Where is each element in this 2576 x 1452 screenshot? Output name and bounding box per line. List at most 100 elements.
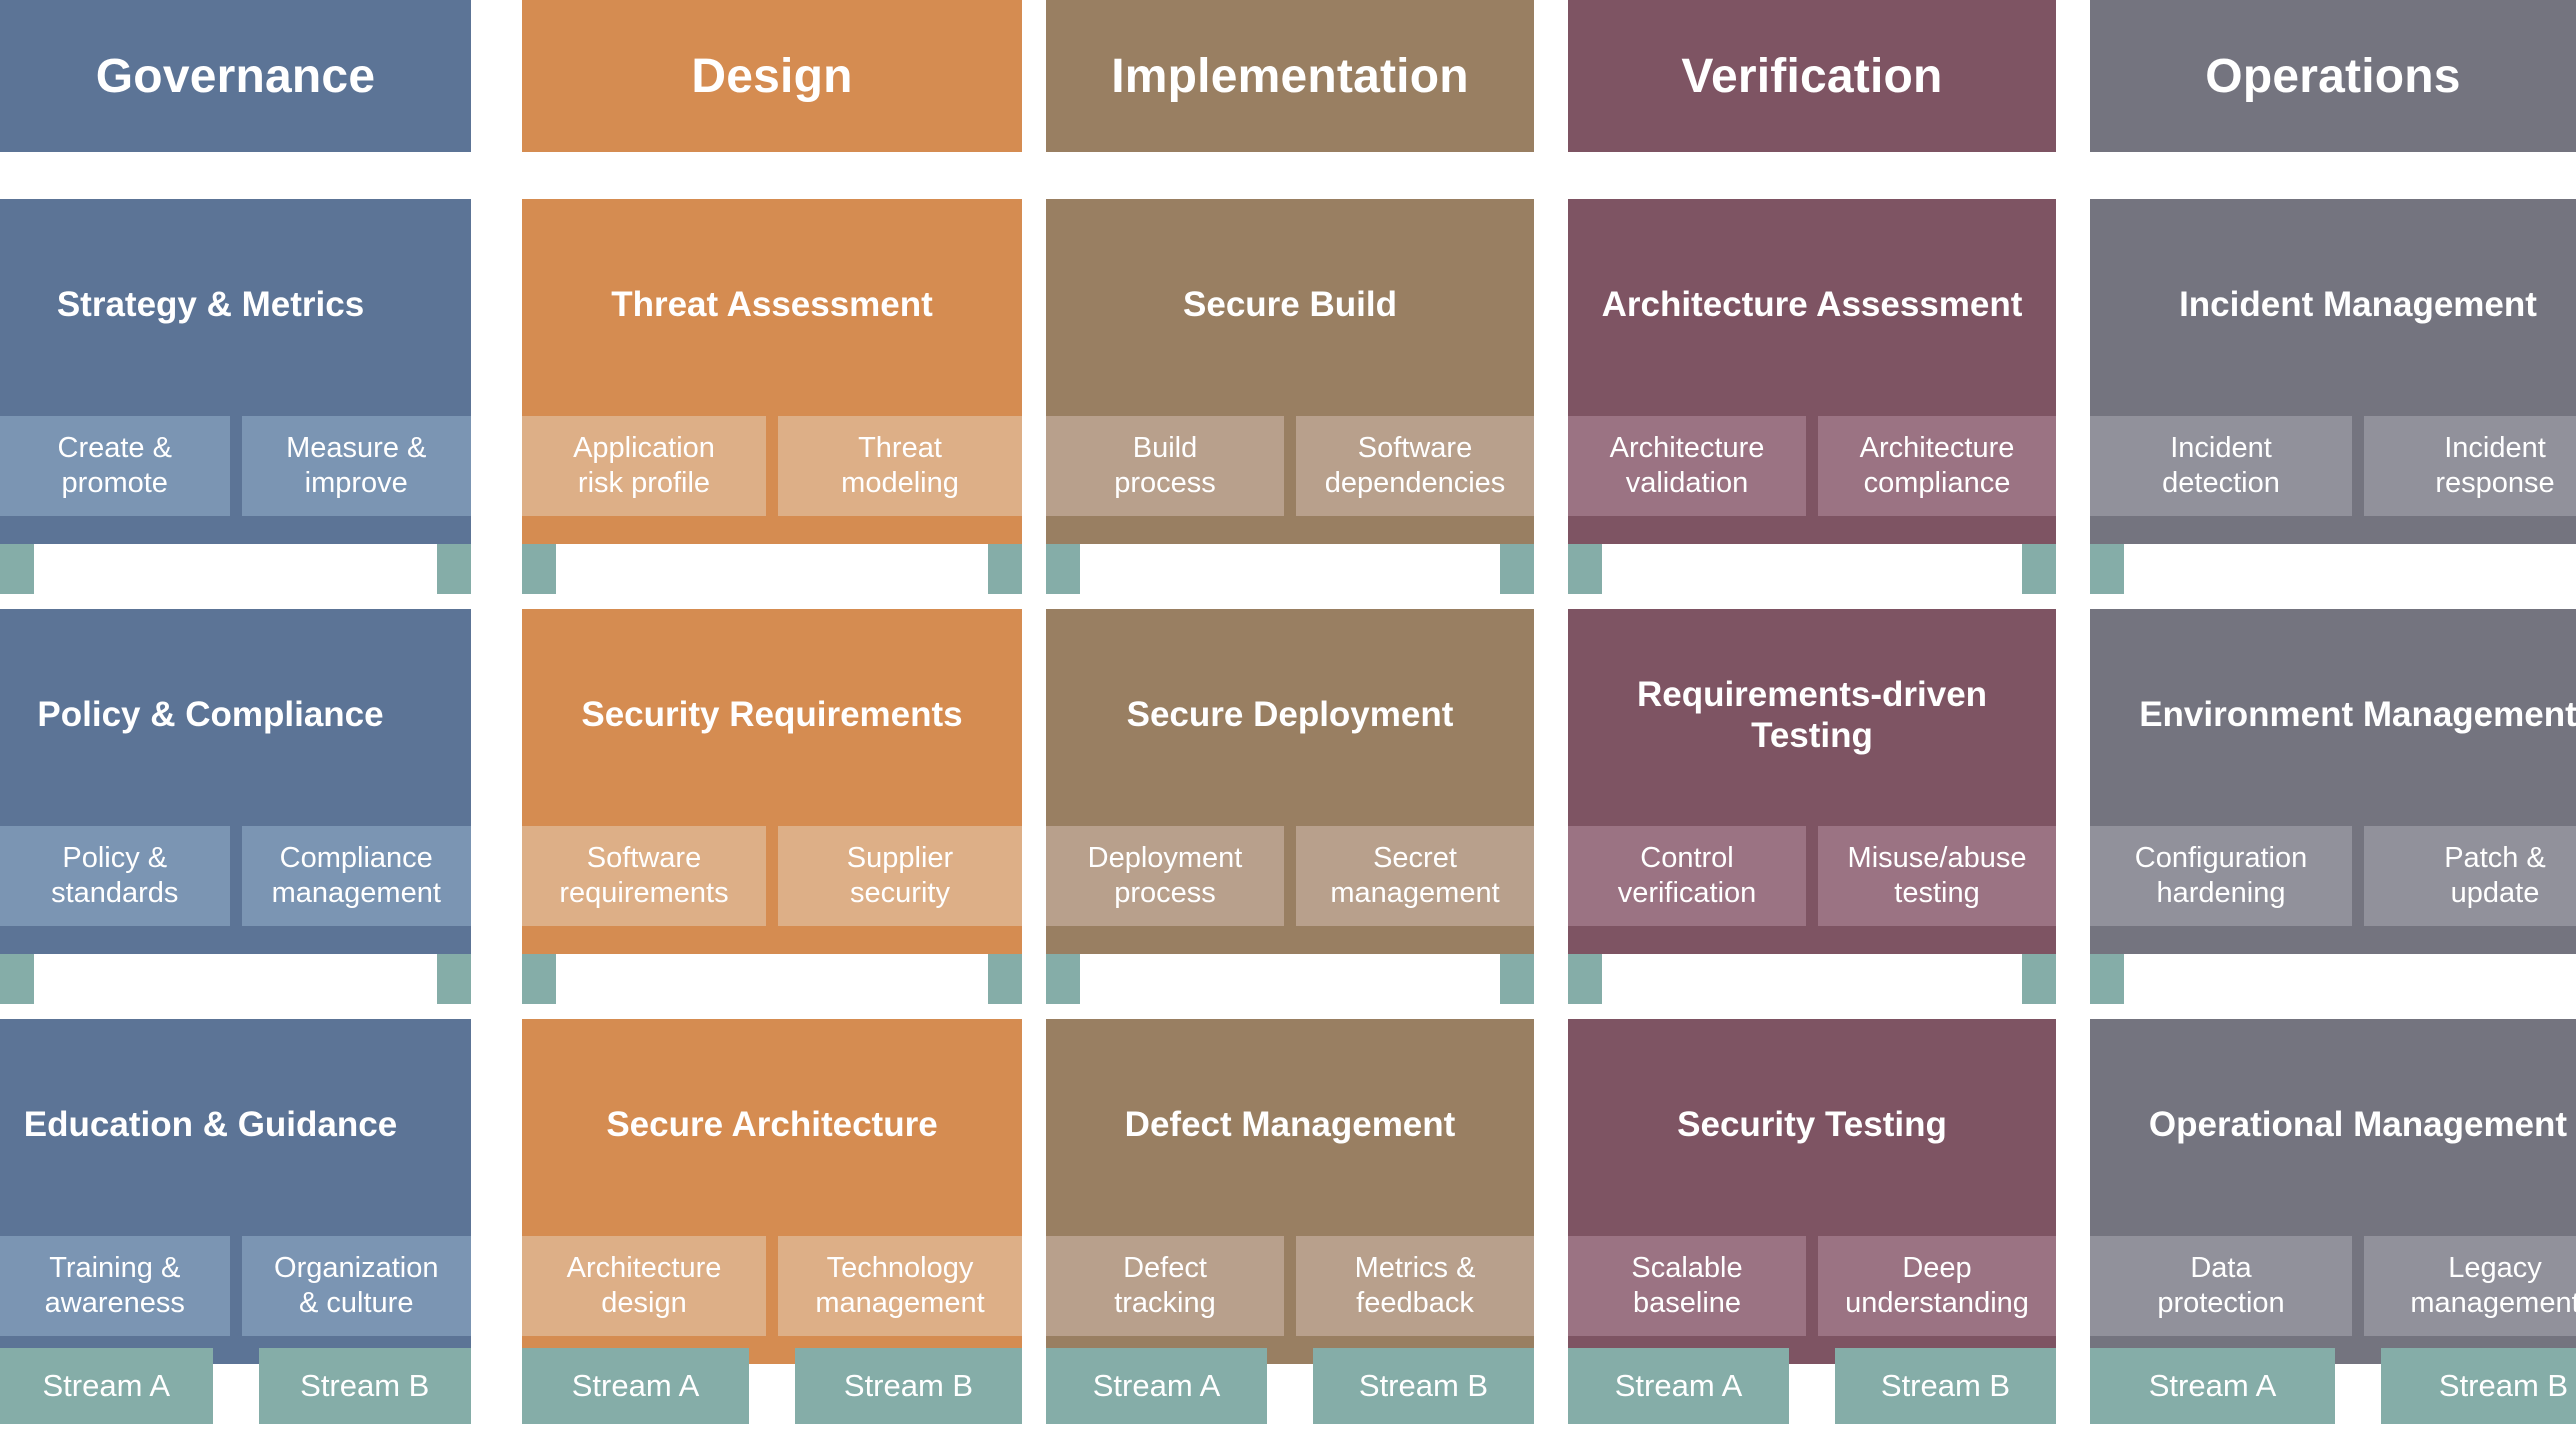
practice-title: Threat Assessment xyxy=(611,285,933,325)
stream-box: Control verification xyxy=(1568,826,1806,926)
practice-title: Architecture Assessment xyxy=(1601,285,2023,325)
connector-tab-right xyxy=(2022,954,2056,1004)
practice-title: Secure Build xyxy=(1183,285,1397,325)
practice-footer xyxy=(0,926,471,954)
practice-streams: Software requirements Supplier security xyxy=(522,826,1022,926)
column-header-label: Design xyxy=(691,49,853,103)
bottom-stream-row-governance: Stream A Stream B xyxy=(0,1348,471,1424)
column-header-implementation: Implementation xyxy=(1046,0,1534,152)
practice-block-operations-1: Environment Management Configuration harde… xyxy=(2090,609,2576,954)
connector-tab-right xyxy=(437,544,471,594)
bottom-stream-label: Stream A xyxy=(1568,1348,1789,1424)
bottom-stream-row-verification: Stream A Stream B xyxy=(1568,1348,2056,1424)
stream-box: Create & promote xyxy=(0,416,230,516)
bottom-stream-label: Stream A xyxy=(1046,1348,1267,1424)
connector-tab-right xyxy=(1500,544,1534,594)
bottom-stream-label: Stream B xyxy=(795,1348,1022,1424)
bottom-stream-label: Stream A xyxy=(522,1348,749,1424)
practice-title: Operational Management xyxy=(2148,1105,2568,1145)
stream-box: Architecture design xyxy=(522,1236,766,1336)
bottom-stream-label: Stream B xyxy=(2381,1348,2576,1424)
stream-box: Deep understanding xyxy=(1818,1236,2056,1336)
connector-tab-right xyxy=(988,544,1022,594)
stream-box: Build process xyxy=(1046,416,1284,516)
connector-tab-right xyxy=(437,954,471,1004)
practice-title: Security Requirements xyxy=(581,695,963,735)
practice-footer xyxy=(0,516,471,544)
stream-box: Software dependencies xyxy=(1296,416,1534,516)
practice-block-operations-0: Incident Management Incident detection Inci… xyxy=(2090,199,2576,544)
stream-box: Threat modeling xyxy=(778,416,1022,516)
practice-footer xyxy=(2090,926,2576,954)
practice-block-governance-0: Strategy & Metrics Create & promote Measure… xyxy=(0,199,471,544)
practice-streams: Architecture design Technology management xyxy=(522,1236,1022,1336)
connector-tab-left xyxy=(1568,544,1602,594)
stream-box: Misuse/abuse testing xyxy=(1818,826,2056,926)
practice-title: Environment Management xyxy=(2139,695,2576,735)
connector-tab-left xyxy=(1046,544,1080,594)
bottom-stream-row-operations: Stream A Stream B xyxy=(2090,1348,2576,1424)
practice-block-governance-2: Education & Guidance Training & awareness O… xyxy=(0,1019,471,1364)
stream-box: Software requirements xyxy=(522,826,766,926)
practice-streams: Policy & standards Compliance management xyxy=(0,826,471,926)
practice-title: Secure Architecture xyxy=(606,1105,938,1145)
bottom-stream-label: Stream B xyxy=(1313,1348,1534,1424)
connector-tab-left xyxy=(1046,954,1080,1004)
stream-box: Data protection xyxy=(2090,1236,2352,1336)
practice-streams: Incident detection Incident response xyxy=(2090,416,2576,516)
bottom-stream-label: Stream B xyxy=(1835,1348,2056,1424)
connector-tab-right xyxy=(2022,544,2056,594)
connector-tab-left xyxy=(2090,544,2124,594)
practice-streams: Configuration hardening Patch & update xyxy=(2090,826,2576,926)
practice-streams: Defect tracking Metrics & feedback xyxy=(1046,1236,1534,1336)
practice-streams: Training & awareness Organization & culture xyxy=(0,1236,471,1336)
practice-block-design-2: Secure Architecture Architecture design Tec… xyxy=(522,1019,1022,1364)
practice-block-verification-2: Security Testing Scalable baseline Deep unde… xyxy=(1568,1019,2056,1364)
stream-box: Deployment process xyxy=(1046,826,1284,926)
connector-tab-left xyxy=(522,544,556,594)
practice-title: Defect Management xyxy=(1124,1105,1456,1145)
practice-block-verification-1: Requirements-driven Testing Control verifi… xyxy=(1568,609,2056,954)
practice-block-implementation-0: Secure Build Build process Software dependen… xyxy=(1046,199,1534,544)
practice-streams: Control verification Misuse/abuse testing xyxy=(1568,826,2056,926)
practice-block-verification-0: Architecture Assessment Architecture valid… xyxy=(1568,199,2056,544)
column-header-label: Governance xyxy=(95,49,376,103)
practice-footer xyxy=(1568,516,2056,544)
column-header-design: Design xyxy=(522,0,1022,152)
stream-box: Legacy management xyxy=(2364,1236,2576,1336)
connector-tab-right xyxy=(1500,954,1534,1004)
bottom-stream-row-implementation: Stream A Stream B xyxy=(1046,1348,1534,1424)
connector-tab-left xyxy=(1568,954,1602,1004)
column-header-operations: Operations xyxy=(2090,0,2576,152)
bottom-stream-label: Stream B xyxy=(258,1348,471,1424)
practice-title: Requirements-driven Testing xyxy=(1636,675,1988,755)
practice-streams: Create & promote Measure & improve xyxy=(0,416,471,516)
practice-block-design-0: Threat Assessment Application risk profile… xyxy=(522,199,1022,544)
connector-tab-left xyxy=(522,954,556,1004)
stream-box: Architecture validation xyxy=(1568,416,1806,516)
stream-box: Organization & culture xyxy=(241,1236,471,1336)
stream-box: Incident detection xyxy=(2090,416,2352,516)
stream-box: Compliance management xyxy=(241,826,471,926)
practice-title: Strategy & Metrics xyxy=(56,285,365,325)
practice-footer xyxy=(1046,926,1534,954)
connector-tab-left xyxy=(0,544,34,594)
stream-box: Secret management xyxy=(1296,826,1534,926)
practice-streams: Architecture validation Architecture compli… xyxy=(1568,416,2056,516)
practice-title: Policy & Compliance xyxy=(37,695,384,735)
stream-box: Technology management xyxy=(778,1236,1022,1336)
practice-footer xyxy=(1046,516,1534,544)
connector-tab-left xyxy=(2090,954,2124,1004)
column-header-label: Implementation xyxy=(1111,49,1469,103)
stream-box: Application risk profile xyxy=(522,416,766,516)
column-header-label: Verification xyxy=(1681,49,1943,103)
practice-block-operations-2: Operational Management Data protection Lega… xyxy=(2090,1019,2576,1364)
practice-streams: Deployment process Secret management xyxy=(1046,826,1534,926)
column-header-label: Operations xyxy=(2205,49,2461,103)
stream-box: Training & awareness xyxy=(0,1236,230,1336)
stream-box: Incident response xyxy=(2364,416,2576,516)
stream-box: Defect tracking xyxy=(1046,1236,1284,1336)
connector-tab-left xyxy=(0,954,34,1004)
practice-footer xyxy=(522,516,1022,544)
bottom-stream-label: Stream A xyxy=(0,1348,213,1424)
